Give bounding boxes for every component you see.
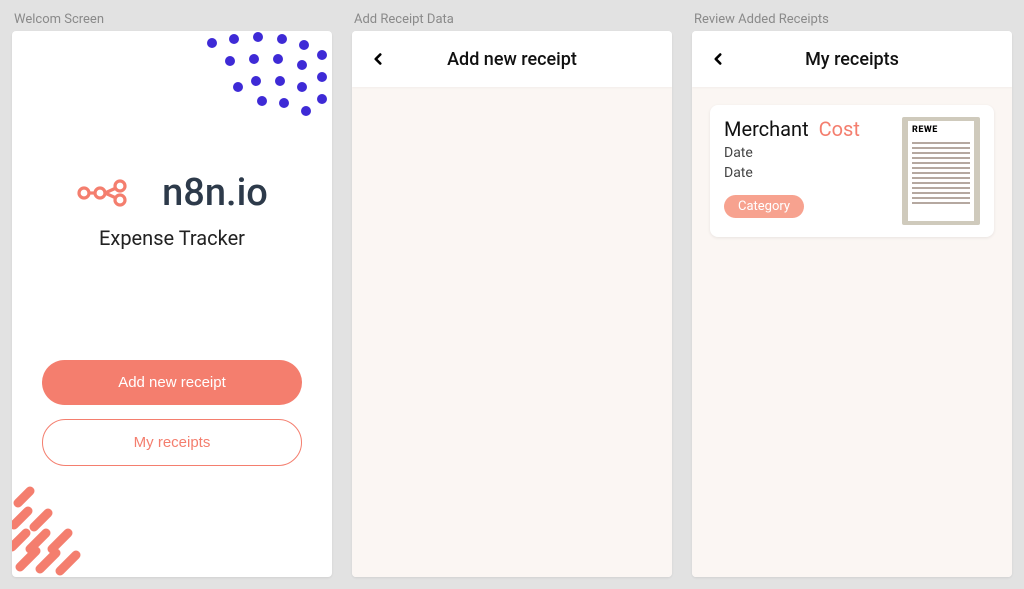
welcome-screen-column: Welcom Screen: [12, 12, 332, 577]
add-receipt-button[interactable]: Add new receipt: [42, 360, 302, 405]
review-header-title: My receipts: [805, 49, 899, 70]
logo-text: n8n.io: [162, 171, 268, 215]
screen-label-add: Add Receipt Data: [352, 12, 672, 27]
add-screen-column: Add Receipt Data Add new receipt: [352, 12, 672, 577]
receipt-list: Merchant Cost Date Date Category REWE: [692, 87, 1012, 255]
add-content-area: [352, 87, 672, 577]
category-pill: Category: [724, 195, 804, 218]
chevron-left-icon: [369, 50, 387, 68]
decoration-stripes: [12, 477, 122, 577]
receipt-thumbnail: REWE: [902, 117, 980, 225]
receipt-date-2: Date: [724, 165, 892, 181]
review-phone: My receipts Merchant Cost Date Date Cate…: [692, 31, 1012, 577]
receipt-title-row: Merchant Cost: [724, 117, 892, 141]
chevron-left-icon: [709, 50, 727, 68]
merchant-label: Merchant: [724, 117, 809, 141]
welcome-phone: n8n.io Expense Tracker Add new receipt M…: [12, 31, 332, 577]
logo-block: n8n.io Expense Tracker: [12, 171, 332, 250]
receipt-card[interactable]: Merchant Cost Date Date Category REWE: [710, 105, 994, 237]
review-content-area: Merchant Cost Date Date Category REWE: [692, 87, 1012, 577]
decoration-dots: [182, 31, 332, 141]
add-header: Add new receipt: [352, 31, 672, 87]
review-screen-column: Review Added Receipts My receipts Mercha…: [692, 12, 1012, 577]
back-button[interactable]: [704, 45, 732, 73]
back-button[interactable]: [364, 45, 392, 73]
welcome-buttons: Add new receipt My receipts: [12, 360, 332, 466]
screen-label-review: Review Added Receipts: [692, 12, 1012, 27]
add-header-title: Add new receipt: [447, 49, 577, 70]
review-header: My receipts: [692, 31, 1012, 87]
app-logo: n8n.io: [76, 171, 268, 215]
app-title: Expense Tracker: [12, 226, 332, 250]
add-phone: Add new receipt: [352, 31, 672, 577]
cost-label: Cost: [819, 117, 860, 141]
receipt-date-1: Date: [724, 145, 892, 161]
n8n-logo-icon: [76, 174, 156, 212]
receipt-card-info: Merchant Cost Date Date Category: [724, 117, 892, 218]
screen-label-welcome: Welcom Screen: [12, 12, 332, 27]
receipt-brand: REWE: [912, 125, 938, 135]
my-receipts-button[interactable]: My receipts: [42, 419, 302, 466]
